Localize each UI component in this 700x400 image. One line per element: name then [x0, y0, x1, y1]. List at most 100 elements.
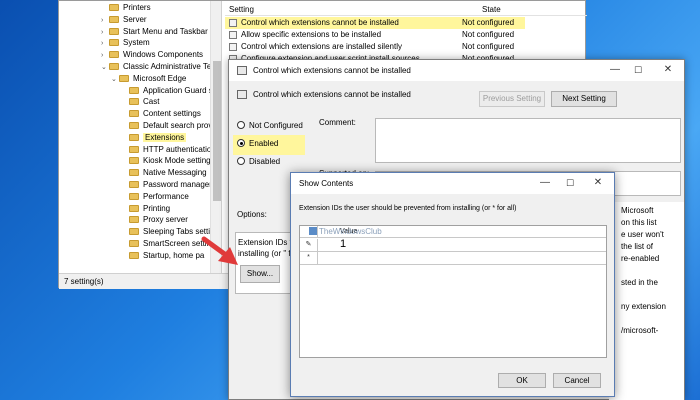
- radio-label: Not Configured: [249, 121, 303, 130]
- watermark-logo: TheWindowsClub: [309, 227, 382, 236]
- tree-item-label: Microsoft Edge: [133, 73, 187, 83]
- grid-row-new[interactable]: *: [300, 252, 606, 265]
- radio-enabled[interactable]: Enabled: [237, 138, 278, 150]
- folder-icon: [129, 122, 139, 129]
- maximize-icon[interactable]: ☐: [559, 176, 581, 190]
- radio-checked-icon: [237, 139, 245, 147]
- show-contents-titlebar: Show Contents — ☐ ✕: [291, 173, 614, 194]
- tree-item[interactable]: › System: [101, 37, 150, 49]
- help-text-line: re-enabled: [621, 254, 660, 263]
- policy-name: Allow specific extensions to be installe…: [241, 30, 382, 39]
- tree-item-label: Extensions: [143, 132, 187, 142]
- radio-circle-icon: [237, 121, 245, 129]
- tree-item[interactable]: Password manager: [121, 179, 212, 191]
- show-contents-dialog: Show Contents — ☐ ✕ Extension IDs the us…: [290, 172, 615, 397]
- pencil-icon: ✎: [300, 239, 318, 251]
- radio-label: Enabled: [249, 139, 279, 148]
- policy-state: Not configured: [462, 30, 515, 39]
- show-contents-title: Show Contents: [299, 179, 354, 188]
- tree-item-label: Startup, home pa: [143, 250, 205, 260]
- minimize-icon[interactable]: —: [604, 63, 626, 77]
- asterisk-icon: *: [300, 252, 318, 264]
- previous-setting-button[interactable]: Previous Setting: [479, 91, 545, 107]
- policy-setting-icon: [229, 19, 237, 27]
- radio-circle-icon: [237, 157, 245, 165]
- watermark-text: TheWindowsClub: [319, 227, 382, 236]
- tree-item[interactable]: Application Guard s: [121, 85, 213, 97]
- policy-name: Control which extensions are installed s…: [241, 42, 402, 51]
- folder-icon: [129, 133, 139, 141]
- expander-chevron-icon[interactable]: ⌄: [101, 62, 109, 74]
- tree-item[interactable]: Extensions: [121, 132, 187, 144]
- next-setting-button[interactable]: Next Setting: [551, 91, 617, 107]
- tree-item[interactable]: Content settings: [121, 108, 201, 120]
- policy-icon: [237, 66, 247, 75]
- close-icon[interactable]: ✕: [587, 176, 609, 190]
- comment-field[interactable]: [375, 118, 681, 163]
- tree-item-label: HTTP authenticatio: [143, 144, 212, 154]
- column-state[interactable]: State: [482, 5, 501, 14]
- policy-row[interactable]: Control which extensions cannot be insta…: [225, 17, 525, 29]
- expander-chevron-icon[interactable]: ⌄: [111, 74, 119, 86]
- radio-disabled[interactable]: Disabled: [237, 156, 280, 168]
- cancel-button[interactable]: Cancel: [553, 373, 601, 388]
- folder-icon: [129, 145, 139, 153]
- value-cell[interactable]: [318, 252, 606, 264]
- close-icon[interactable]: ✕: [657, 63, 679, 77]
- tree-item-label: Native Messaging: [143, 168, 207, 178]
- tree-scrollbar[interactable]: [210, 1, 221, 273]
- tree-item-label: Password manager: [143, 180, 212, 189]
- tree-item[interactable]: › Server: [101, 14, 147, 26]
- folder-icon: [129, 86, 139, 94]
- maximize-icon[interactable]: ☐: [627, 63, 649, 77]
- policy-row[interactable]: Allow specific extensions to be installe…: [225, 29, 525, 41]
- tree-item-label: Server: [123, 14, 147, 24]
- tree-item[interactable]: Proxy server: [121, 214, 188, 226]
- tree-item[interactable]: ⌄ Classic Administrative Tem: [101, 61, 218, 73]
- minimize-icon[interactable]: —: [534, 176, 556, 190]
- tree-item-label: Start Menu and Taskbar: [123, 26, 208, 36]
- tree-item-label: Default search prov: [143, 121, 213, 130]
- tree-item-label: Classic Administrative Tem: [123, 62, 218, 71]
- tree-item[interactable]: Printers: [101, 2, 151, 14]
- options-text-line1: Extension IDs th: [238, 238, 297, 247]
- folder-icon: [129, 181, 139, 188]
- tree-item[interactable]: Startup, home pa: [121, 250, 204, 262]
- red-pointer-arrow-icon: [201, 236, 238, 265]
- help-text-line: e user won't: [621, 230, 664, 239]
- help-text-line: ny extension: [621, 302, 666, 311]
- policy-setting-icon: [229, 43, 237, 51]
- tree-item[interactable]: Performance: [121, 191, 189, 203]
- tree-item[interactable]: ⌄ Microsoft Edge: [111, 73, 186, 85]
- tree-item-label: Proxy server: [143, 215, 188, 225]
- policy-heading: Control which extensions cannot be insta…: [253, 90, 411, 99]
- tree-item[interactable]: Native Messaging: [121, 167, 207, 179]
- tree-item[interactable]: Kiosk Mode setting: [121, 155, 211, 167]
- policy-tree: Printers › Server › Start Menu and Taskbar › S…: [59, 1, 222, 273]
- help-text-line: the list of: [621, 242, 654, 251]
- radio-not-configured[interactable]: Not Configured: [237, 120, 303, 132]
- show-button[interactable]: Show...: [240, 265, 280, 283]
- ok-button[interactable]: OK: [498, 373, 546, 388]
- tree-item[interactable]: HTTP authenticatio: [121, 144, 211, 156]
- tree-item[interactable]: Default search prov: [121, 120, 212, 132]
- folder-icon: [129, 216, 139, 224]
- column-setting[interactable]: Setting: [229, 5, 254, 14]
- grid-row[interactable]: ✎ 1: [300, 238, 606, 252]
- tree-item-label: Content settings: [143, 109, 201, 119]
- tree-item[interactable]: › Start Menu and Taskbar: [101, 26, 208, 38]
- tree-scrollbar-thumb[interactable]: [213, 61, 221, 201]
- policy-row[interactable]: Control which extensions are installed s…: [225, 41, 525, 53]
- help-text-line: on this list: [621, 218, 657, 227]
- radio-label: Disabled: [249, 157, 281, 166]
- tree-item-label: Performance: [143, 191, 189, 201]
- tree-item[interactable]: › Windows Components: [101, 49, 203, 61]
- policy-dialog-title: Control which extensions cannot be insta…: [253, 66, 411, 75]
- tree-item[interactable]: Cast: [121, 96, 159, 108]
- tree-item-label: Cast: [143, 97, 160, 107]
- folder-icon: [109, 51, 119, 59]
- folder-icon: [129, 98, 139, 106]
- tree-item[interactable]: Printing: [121, 203, 170, 215]
- value-cell[interactable]: 1: [318, 238, 606, 251]
- options-label: Options:: [237, 210, 267, 219]
